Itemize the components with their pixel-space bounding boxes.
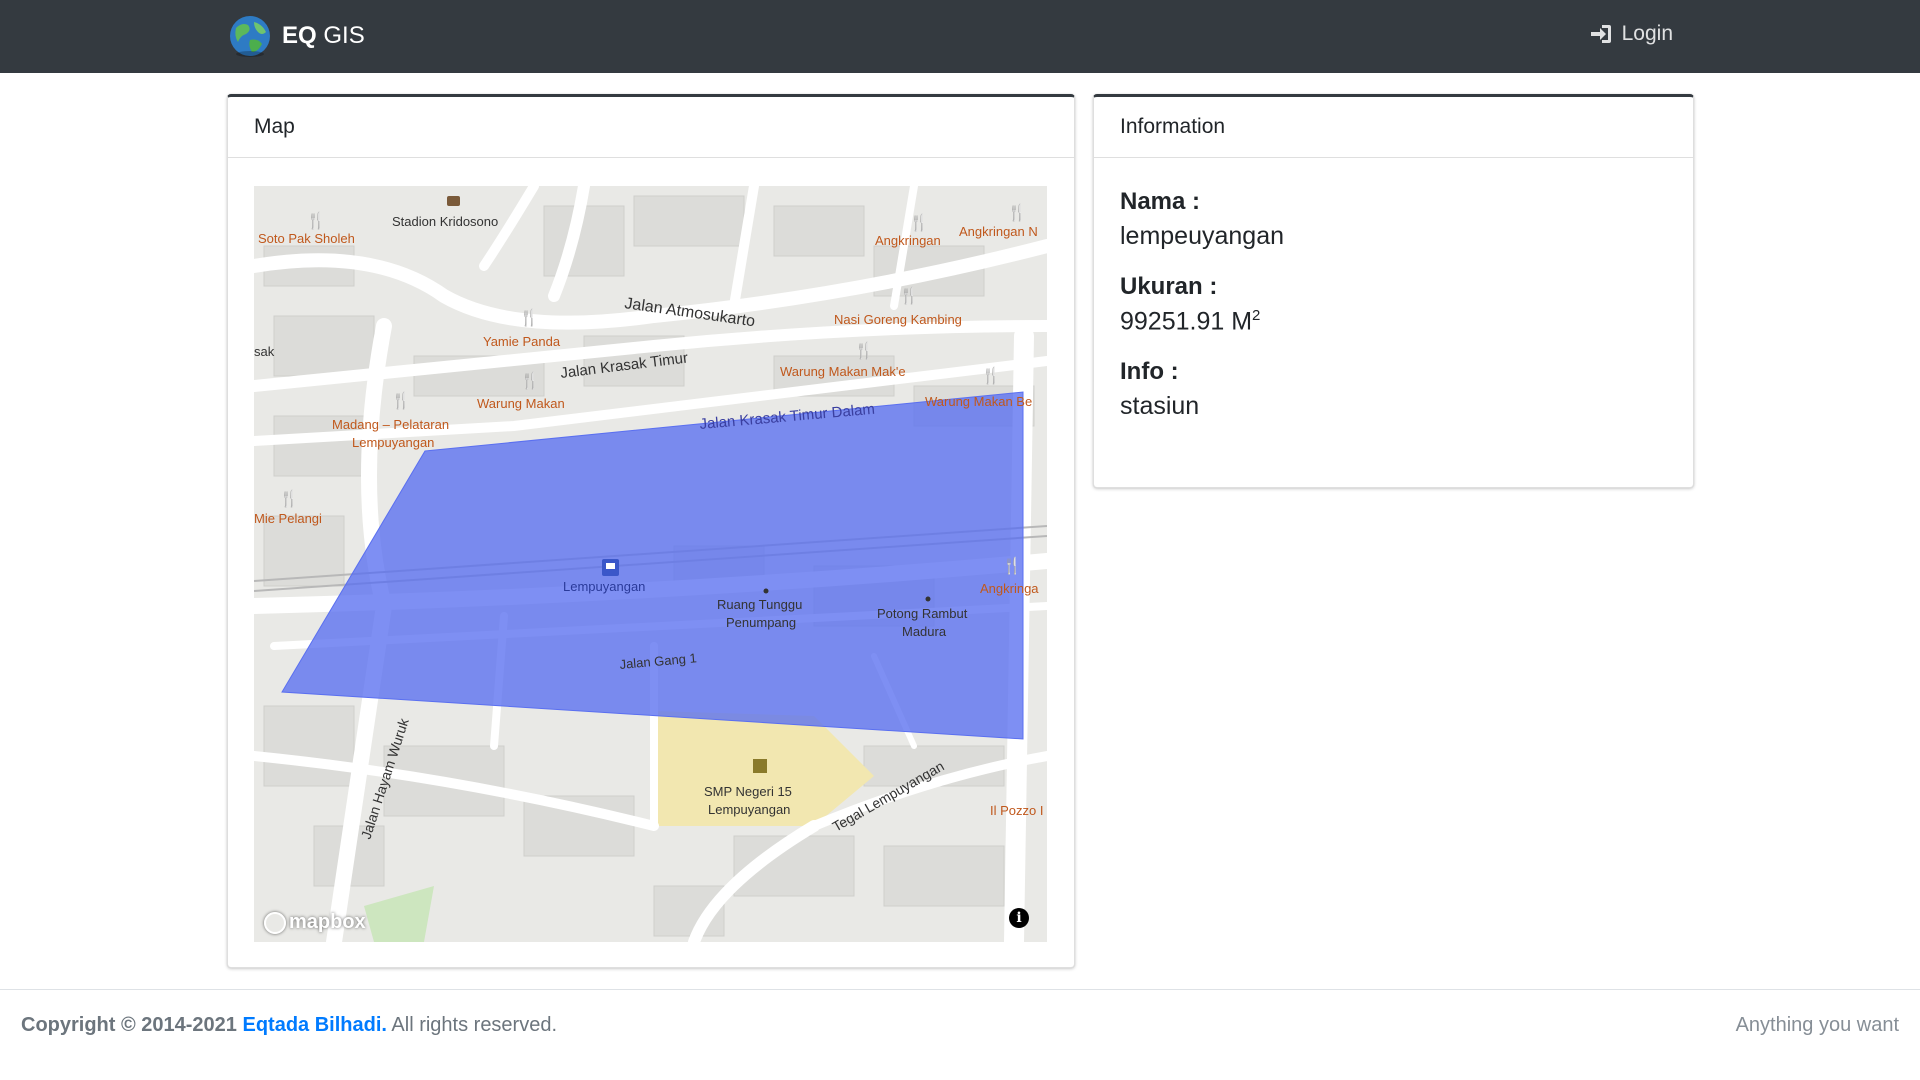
restaurant-icon: 🍴 xyxy=(519,308,539,327)
label-angkringan-top: Angkringan xyxy=(875,233,941,248)
top-navbar: EQ GIS Login xyxy=(0,0,1920,73)
label-smp-1: SMP Negeri 15 xyxy=(704,784,792,799)
label-pozzo: Il Pozzo I xyxy=(990,803,1043,818)
info-value: stasiun xyxy=(1120,392,1200,421)
label-angkringan-mid: Angkringa xyxy=(980,581,1039,596)
copyright-text: Copyright © 2014-2021 Eqtada Bilhadi. Al… xyxy=(21,1014,558,1036)
ukuran-value: 99251.91 M2 xyxy=(1120,307,1261,336)
information-card-title: Information xyxy=(1094,97,1693,158)
train-station-icon xyxy=(602,559,619,576)
label-potong-2: Madura xyxy=(902,624,947,639)
school-icon xyxy=(753,759,767,773)
label-mie-pelangi: Mie Pelangi xyxy=(254,511,322,526)
label-smp-2: Lempuyangan xyxy=(708,802,790,817)
poi-dot xyxy=(925,596,931,602)
label-stadion: Stadion Kridosono xyxy=(392,214,498,229)
nama-label: Nama : xyxy=(1120,188,1201,215)
information-card: Information Nama : lempeuyangan Ukuran :… xyxy=(1093,94,1694,488)
restaurant-icon: 🍴 xyxy=(899,286,919,305)
label-potong-1: Potong Rambut xyxy=(877,606,968,621)
restaurant-icon: 🍴 xyxy=(391,391,411,410)
brand-text: EQ GIS xyxy=(282,22,365,49)
map-view[interactable]: 🍴 🍴 🍴 🍴 🍴 🍴 🍴 🍴 🍴 🍴 🍴 Stadion Kridosono … xyxy=(254,186,1047,942)
sign-in-icon xyxy=(1590,25,1611,43)
label-madang-2: Lempuyangan xyxy=(352,435,434,450)
restaurant-icon: 🍴 xyxy=(854,341,874,360)
restaurant-icon: 🍴 xyxy=(279,489,299,508)
label-ruang-1: Ruang Tunggu xyxy=(717,597,802,612)
information-body: Nama : lempeuyangan Ukuran : 99251.91 M2… xyxy=(1094,158,1693,473)
label-lempuyangan-station: Lempuyangan xyxy=(563,579,645,594)
mapbox-logo[interactable]: mapbox xyxy=(264,911,366,934)
label-sak: sak xyxy=(254,344,275,359)
label-soto: Soto Pak Sholeh xyxy=(258,231,355,246)
label-warung-make: Warung Makan Mak'e xyxy=(780,364,906,379)
footer-right-text: Anything you want xyxy=(1735,1014,1899,1036)
label-warung-makan: Warung Makan xyxy=(477,396,565,411)
nama-value: lempeuyangan xyxy=(1120,222,1285,250)
park-area xyxy=(364,886,434,942)
map-canvas: 🍴 🍴 🍴 🍴 🍴 🍴 🍴 🍴 🍴 🍴 🍴 Stadion Kridosono … xyxy=(254,186,1047,942)
label-yamie: Yamie Panda xyxy=(483,334,561,349)
poi-dot xyxy=(763,588,769,594)
author-link[interactable]: Eqtada Bilhadi. xyxy=(242,1014,386,1036)
info-label: Info : xyxy=(1120,358,1179,386)
mapbox-logo-icon xyxy=(264,911,286,934)
login-label: Login xyxy=(1621,22,1673,45)
unit-superscript: 2 xyxy=(1252,307,1261,324)
map-card-title: Map xyxy=(228,97,1074,158)
restaurant-icon: 🍴 xyxy=(909,213,929,232)
ukuran-label: Ukuran : xyxy=(1120,273,1218,300)
label-nasi-goreng: Nasi Goreng Kambing xyxy=(834,312,962,327)
stadium-icon xyxy=(447,196,460,206)
attribution-info-button[interactable]: i xyxy=(1009,908,1029,928)
restaurant-icon: 🍴 xyxy=(981,366,1001,385)
restaurant-icon: 🍴 xyxy=(1007,203,1027,222)
restaurant-icon: 🍴 xyxy=(306,211,326,230)
label-angkringan-right: Angkringan N xyxy=(959,224,1038,239)
restaurant-icon: 🍴 xyxy=(520,371,540,390)
mapbox-logo-text: mapbox xyxy=(289,911,366,933)
globe-logo-icon xyxy=(230,16,270,57)
label-madang-1: Madang – Pelataran xyxy=(332,417,449,432)
label-ruang-2: Penumpang xyxy=(726,615,796,630)
map-card: Map 🍴 🍴 🍴 🍴 🍴 🍴 🍴 🍴 🍴 🍴 🍴 Stadion Kridos… xyxy=(227,94,1075,968)
brand-link[interactable]: EQ GIS xyxy=(228,12,365,60)
page-footer: Copyright © 2014-2021 Eqtada Bilhadi. Al… xyxy=(0,989,1920,1080)
restaurant-icon: 🍴 xyxy=(1002,556,1022,575)
label-warung-makan-be: Warung Makan Be xyxy=(925,394,1032,409)
login-link[interactable]: Login xyxy=(1590,22,1673,46)
